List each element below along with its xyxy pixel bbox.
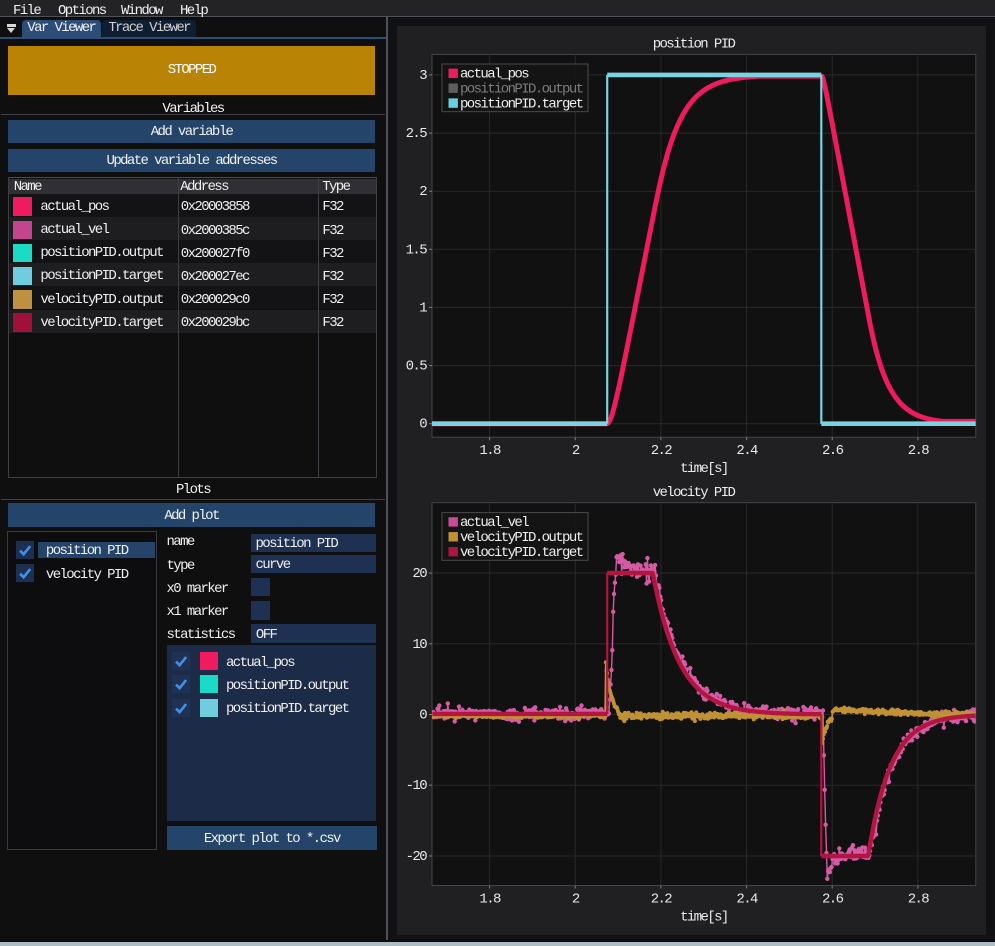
svg-text:2: 2 xyxy=(419,184,427,200)
svg-text:1.8: 1.8 xyxy=(479,892,501,908)
svg-text:-20: -20 xyxy=(405,849,427,865)
svg-text:2.8: 2.8 xyxy=(907,443,929,459)
svg-text:2.6: 2.6 xyxy=(821,892,843,908)
svg-text:2.5: 2.5 xyxy=(405,126,427,142)
svg-text:2.2: 2.2 xyxy=(650,443,672,459)
svg-text:velocityPID.output: velocityPID.output xyxy=(460,530,583,546)
svg-text:2: 2 xyxy=(571,892,579,908)
svg-text:20: 20 xyxy=(412,566,427,582)
svg-text:1: 1 xyxy=(419,300,427,316)
svg-text:velocityPID.target: velocityPID.target xyxy=(460,545,583,561)
svg-text:positionPID.output: positionPID.output xyxy=(460,81,583,97)
svg-text:10: 10 xyxy=(412,637,427,653)
svg-text:2.4: 2.4 xyxy=(736,892,758,908)
svg-text:actual_vel: actual_vel xyxy=(460,515,529,531)
svg-text:1.5: 1.5 xyxy=(405,242,427,258)
svg-text:time[s]: time[s] xyxy=(680,461,728,477)
svg-text:0: 0 xyxy=(419,417,427,433)
svg-text:2.6: 2.6 xyxy=(821,443,843,459)
svg-text:2.8: 2.8 xyxy=(907,892,929,908)
svg-text:velocity PID: velocity PID xyxy=(652,485,735,501)
svg-text:position PID: position PID xyxy=(652,37,735,53)
svg-text:3: 3 xyxy=(419,68,427,84)
svg-text:2: 2 xyxy=(571,443,579,459)
svg-text:positionPID.target: positionPID.target xyxy=(460,96,583,112)
svg-text:0.5: 0.5 xyxy=(405,359,427,375)
svg-text:time[s]: time[s] xyxy=(680,910,728,926)
svg-text:-10: -10 xyxy=(405,778,427,794)
svg-text:0: 0 xyxy=(419,708,427,724)
svg-text:2.2: 2.2 xyxy=(650,892,672,908)
svg-text:2.4: 2.4 xyxy=(736,443,758,459)
svg-text:actual_pos: actual_pos xyxy=(460,67,529,83)
svg-text:1.8: 1.8 xyxy=(479,443,501,459)
